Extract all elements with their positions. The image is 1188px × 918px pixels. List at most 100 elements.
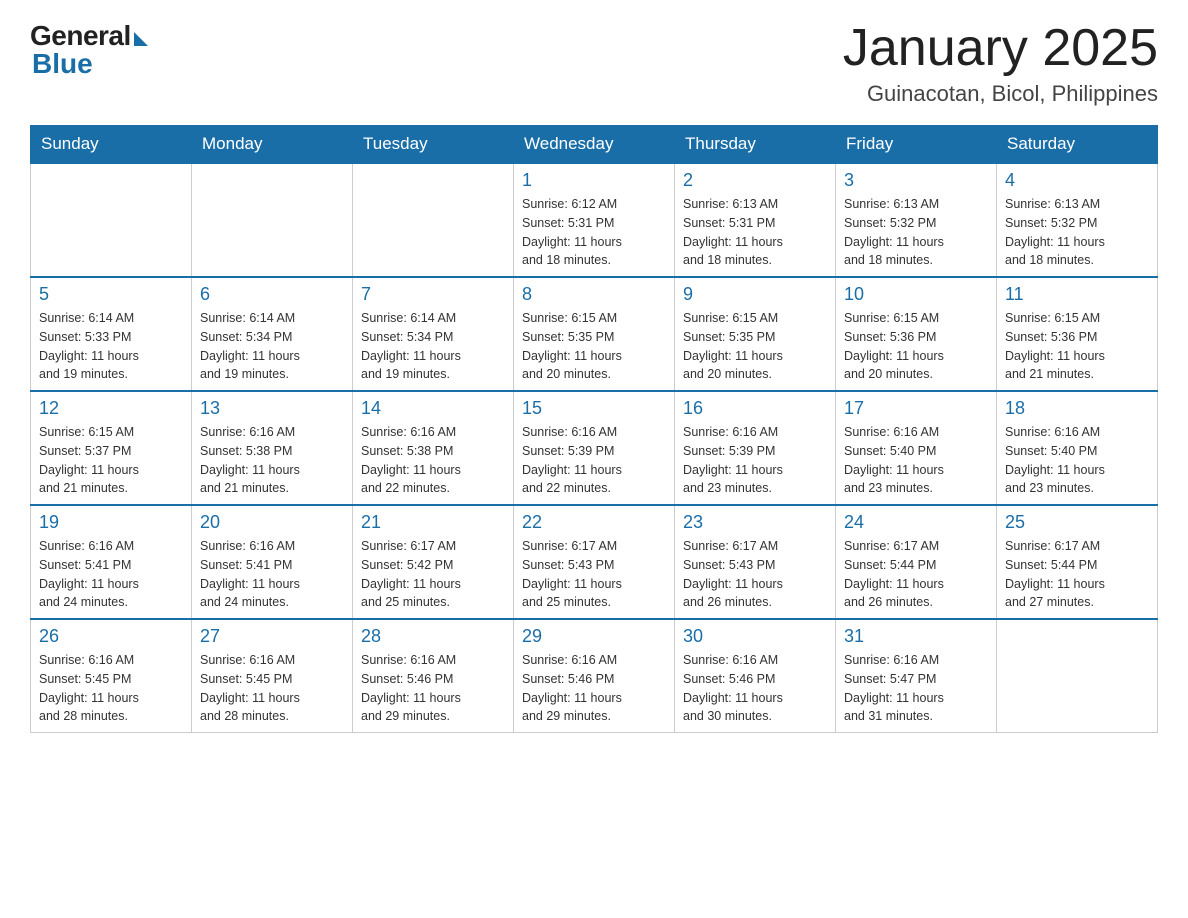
day-info: Sunrise: 6:14 AM Sunset: 5:34 PM Dayligh…: [361, 309, 505, 384]
day-number: 26: [39, 626, 183, 647]
day-info: Sunrise: 6:16 AM Sunset: 5:38 PM Dayligh…: [200, 423, 344, 498]
calendar-header-thursday: Thursday: [675, 126, 836, 164]
day-number: 8: [522, 284, 666, 305]
day-info: Sunrise: 6:17 AM Sunset: 5:44 PM Dayligh…: [1005, 537, 1149, 612]
day-info: Sunrise: 6:17 AM Sunset: 5:42 PM Dayligh…: [361, 537, 505, 612]
day-number: 13: [200, 398, 344, 419]
day-info: Sunrise: 6:13 AM Sunset: 5:32 PM Dayligh…: [1005, 195, 1149, 270]
day-number: 16: [683, 398, 827, 419]
calendar-cell: [353, 163, 514, 277]
calendar-header-friday: Friday: [836, 126, 997, 164]
day-number: 22: [522, 512, 666, 533]
day-info: Sunrise: 6:13 AM Sunset: 5:32 PM Dayligh…: [844, 195, 988, 270]
day-number: 23: [683, 512, 827, 533]
day-number: 19: [39, 512, 183, 533]
day-info: Sunrise: 6:16 AM Sunset: 5:38 PM Dayligh…: [361, 423, 505, 498]
calendar-cell: 20 Sunrise: 6:16 AM Sunset: 5:41 PM Dayli…: [192, 505, 353, 619]
calendar-cell: 28Sunrise: 6:16 AM Sunset: 5:46 PM Dayli…: [353, 619, 514, 733]
calendar-cell: 29 Sunrise: 6:16 AM Sunset: 5:46 PM Dayli…: [514, 619, 675, 733]
calendar-cell: 1 Sunrise: 6:12 AM Sunset: 5:31 PM Daylig…: [514, 163, 675, 277]
calendar-cell: 27 Sunrise: 6:16 AM Sunset: 5:45 PM Dayli…: [192, 619, 353, 733]
calendar-header-sunday: Sunday: [31, 126, 192, 164]
title-section: January 2025 Guinacotan, Bicol, Philippi…: [843, 20, 1158, 107]
calendar-cell: 19 Sunrise: 6:16 AM Sunset: 5:41 PM Dayli…: [31, 505, 192, 619]
calendar-week-row: 12 Sunrise: 6:15 AM Sunset: 5:37 PM Dayli…: [31, 391, 1158, 505]
calendar-week-row: 1 Sunrise: 6:12 AM Sunset: 5:31 PM Daylig…: [31, 163, 1158, 277]
calendar-header-wednesday: Wednesday: [514, 126, 675, 164]
calendar-cell: 30 Sunrise: 6:16 AM Sunset: 5:46 PM Dayli…: [675, 619, 836, 733]
day-number: 21: [361, 512, 505, 533]
calendar-week-row: 19 Sunrise: 6:16 AM Sunset: 5:41 PM Dayli…: [31, 505, 1158, 619]
day-info: Sunrise: 6:16 AM Sunset: 5:39 PM Dayligh…: [522, 423, 666, 498]
calendar-cell: 10 Sunrise: 6:15 AM Sunset: 5:36 PM Dayli…: [836, 277, 997, 391]
day-number: 18: [1005, 398, 1149, 419]
day-info: Sunrise: 6:16 AM Sunset: 5:40 PM Dayligh…: [844, 423, 988, 498]
calendar-header-monday: Monday: [192, 126, 353, 164]
day-number: 27: [200, 626, 344, 647]
calendar-cell: 22 Sunrise: 6:17 AM Sunset: 5:43 PM Dayli…: [514, 505, 675, 619]
page-header: General Blue January 2025 Guinacotan, Bi…: [30, 20, 1158, 107]
day-number: 9: [683, 284, 827, 305]
day-number: 31: [844, 626, 988, 647]
day-number: 1: [522, 170, 666, 191]
calendar-cell: 12 Sunrise: 6:15 AM Sunset: 5:37 PM Dayli…: [31, 391, 192, 505]
calendar-cell: 14 Sunrise: 6:16 AM Sunset: 5:38 PM Dayli…: [353, 391, 514, 505]
calendar-cell: 9 Sunrise: 6:15 AM Sunset: 5:35 PM Daylig…: [675, 277, 836, 391]
calendar-cell: 16 Sunrise: 6:16 AM Sunset: 5:39 PM Dayli…: [675, 391, 836, 505]
day-number: 5: [39, 284, 183, 305]
day-info: Sunrise: 6:16 AM Sunset: 5:47 PM Dayligh…: [844, 651, 988, 726]
day-number: 6: [200, 284, 344, 305]
day-number: 12: [39, 398, 183, 419]
day-number: 30: [683, 626, 827, 647]
calendar-cell: 6 Sunrise: 6:14 AM Sunset: 5:34 PM Daylig…: [192, 277, 353, 391]
subtitle: Guinacotan, Bicol, Philippines: [843, 81, 1158, 107]
calendar-cell: 5Sunrise: 6:14 AM Sunset: 5:33 PM Daylig…: [31, 277, 192, 391]
calendar-cell: 7Sunrise: 6:14 AM Sunset: 5:34 PM Daylig…: [353, 277, 514, 391]
logo-triangle-icon: [134, 32, 148, 46]
day-info: Sunrise: 6:16 AM Sunset: 5:46 PM Dayligh…: [361, 651, 505, 726]
day-info: Sunrise: 6:15 AM Sunset: 5:36 PM Dayligh…: [1005, 309, 1149, 384]
calendar-cell: 31 Sunrise: 6:16 AM Sunset: 5:47 PM Dayli…: [836, 619, 997, 733]
day-info: Sunrise: 6:17 AM Sunset: 5:43 PM Dayligh…: [522, 537, 666, 612]
day-number: 20: [200, 512, 344, 533]
calendar-header-row: SundayMondayTuesdayWednesdayThursdayFrid…: [31, 126, 1158, 164]
calendar-cell: 26 Sunrise: 6:16 AM Sunset: 5:45 PM Dayli…: [31, 619, 192, 733]
day-info: Sunrise: 6:15 AM Sunset: 5:36 PM Dayligh…: [844, 309, 988, 384]
logo: General Blue: [30, 20, 148, 80]
day-info: Sunrise: 6:16 AM Sunset: 5:39 PM Dayligh…: [683, 423, 827, 498]
day-number: 4: [1005, 170, 1149, 191]
day-number: 14: [361, 398, 505, 419]
calendar-cell: 15 Sunrise: 6:16 AM Sunset: 5:39 PM Dayli…: [514, 391, 675, 505]
calendar-header-saturday: Saturday: [997, 126, 1158, 164]
day-info: Sunrise: 6:14 AM Sunset: 5:34 PM Dayligh…: [200, 309, 344, 384]
day-number: 29: [522, 626, 666, 647]
calendar-header-tuesday: Tuesday: [353, 126, 514, 164]
day-info: Sunrise: 6:17 AM Sunset: 5:44 PM Dayligh…: [844, 537, 988, 612]
calendar-cell: 18Sunrise: 6:16 AM Sunset: 5:40 PM Dayli…: [997, 391, 1158, 505]
day-number: 25: [1005, 512, 1149, 533]
calendar-table: SundayMondayTuesdayWednesdayThursdayFrid…: [30, 125, 1158, 733]
day-info: Sunrise: 6:12 AM Sunset: 5:31 PM Dayligh…: [522, 195, 666, 270]
day-info: Sunrise: 6:16 AM Sunset: 5:46 PM Dayligh…: [683, 651, 827, 726]
day-number: 15: [522, 398, 666, 419]
day-info: Sunrise: 6:16 AM Sunset: 5:45 PM Dayligh…: [39, 651, 183, 726]
calendar-week-row: 5Sunrise: 6:14 AM Sunset: 5:33 PM Daylig…: [31, 277, 1158, 391]
day-info: Sunrise: 6:15 AM Sunset: 5:35 PM Dayligh…: [683, 309, 827, 384]
calendar-cell: 4 Sunrise: 6:13 AM Sunset: 5:32 PM Daylig…: [997, 163, 1158, 277]
day-info: Sunrise: 6:16 AM Sunset: 5:45 PM Dayligh…: [200, 651, 344, 726]
calendar-cell: 3Sunrise: 6:13 AM Sunset: 5:32 PM Daylig…: [836, 163, 997, 277]
day-info: Sunrise: 6:16 AM Sunset: 5:41 PM Dayligh…: [39, 537, 183, 612]
day-info: Sunrise: 6:16 AM Sunset: 5:41 PM Dayligh…: [200, 537, 344, 612]
calendar-cell: 8 Sunrise: 6:15 AM Sunset: 5:35 PM Daylig…: [514, 277, 675, 391]
day-info: Sunrise: 6:15 AM Sunset: 5:37 PM Dayligh…: [39, 423, 183, 498]
day-number: 10: [844, 284, 988, 305]
calendar-cell: [31, 163, 192, 277]
logo-blue-text: Blue: [32, 48, 93, 80]
day-info: Sunrise: 6:16 AM Sunset: 5:46 PM Dayligh…: [522, 651, 666, 726]
calendar-cell: 13 Sunrise: 6:16 AM Sunset: 5:38 PM Dayli…: [192, 391, 353, 505]
day-info: Sunrise: 6:13 AM Sunset: 5:31 PM Dayligh…: [683, 195, 827, 270]
main-title: January 2025: [843, 20, 1158, 77]
calendar-cell: [192, 163, 353, 277]
day-info: Sunrise: 6:15 AM Sunset: 5:35 PM Dayligh…: [522, 309, 666, 384]
calendar-cell: 17Sunrise: 6:16 AM Sunset: 5:40 PM Dayli…: [836, 391, 997, 505]
